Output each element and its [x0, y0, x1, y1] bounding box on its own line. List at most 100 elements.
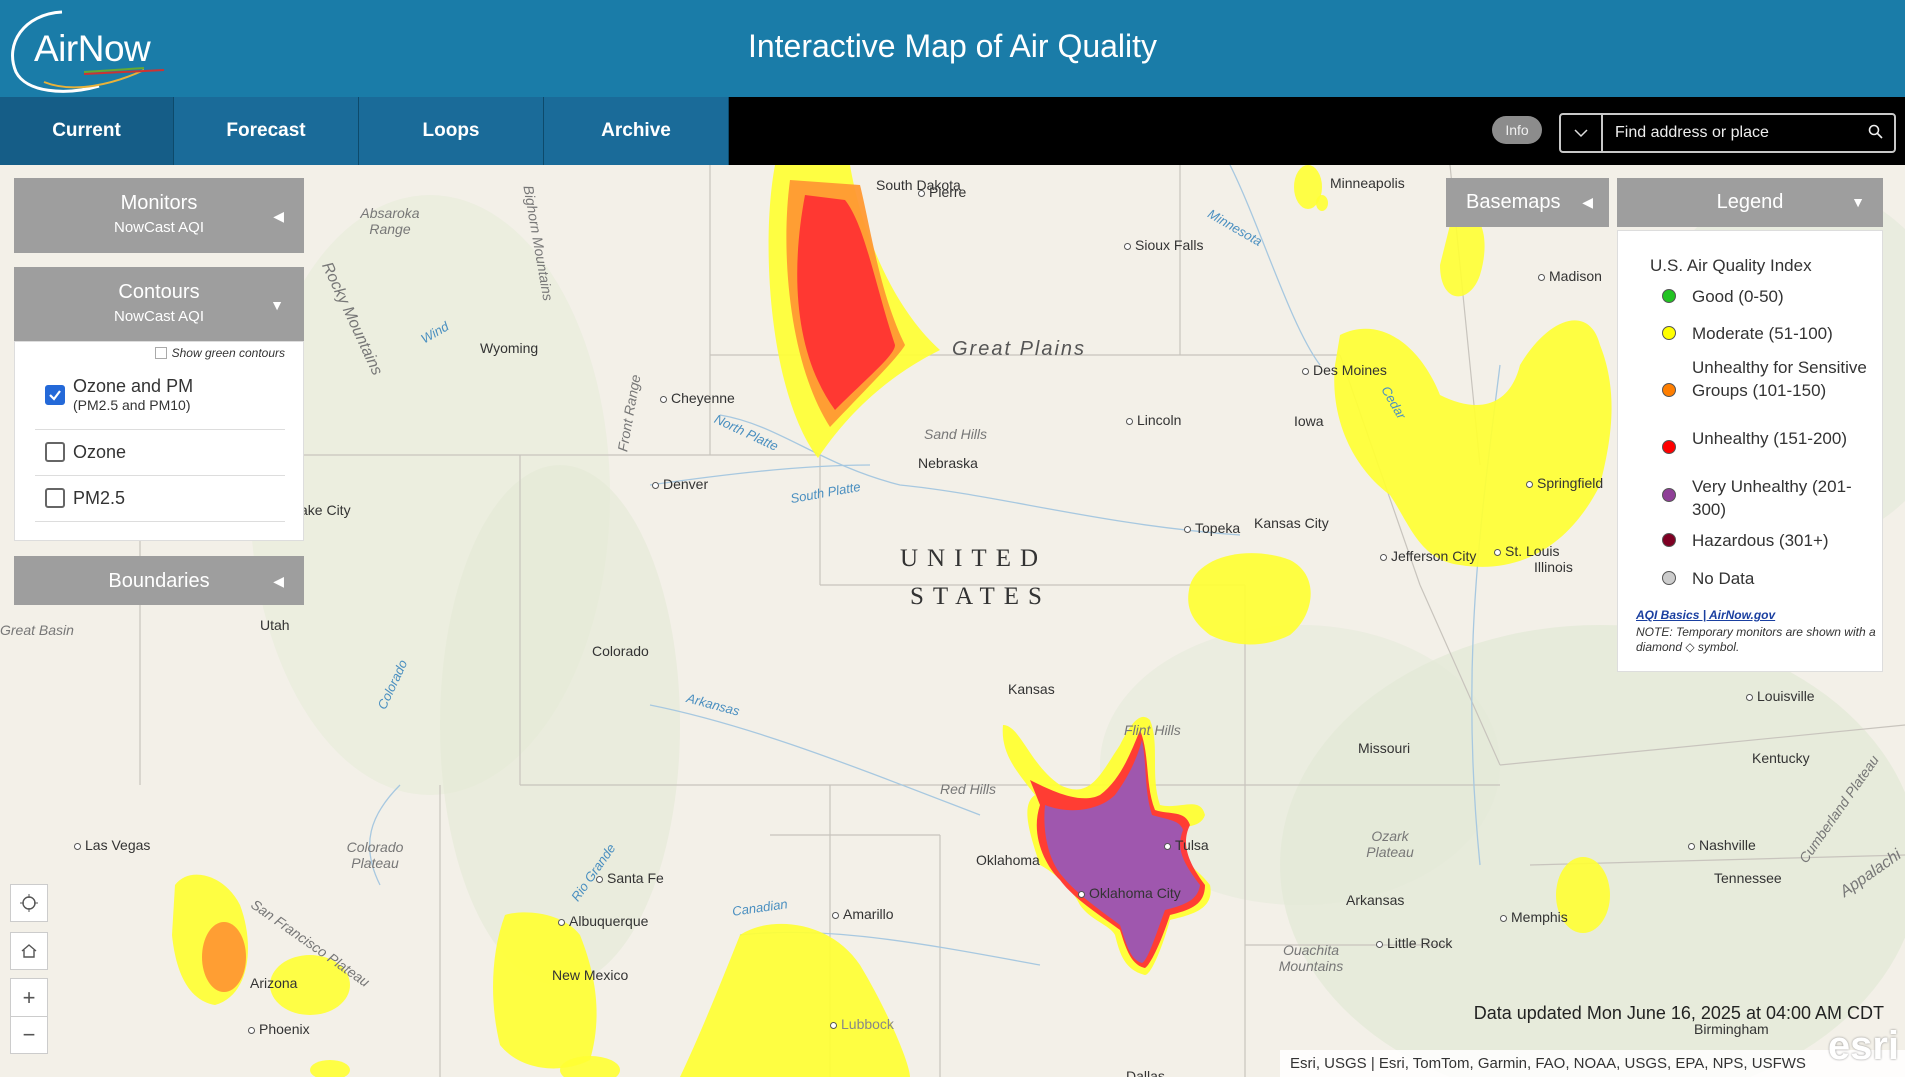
contours-panel-toggle[interactable]: Contours NowCast AQI ▼ [14, 267, 304, 342]
map-label-region: Ozark Plateau [1366, 828, 1414, 860]
map-attribution: Esri, USGS | Esri, TomTom, Garmin, FAO, … [1280, 1050, 1905, 1077]
legend-panel: U.S. Air Quality Index Good (0-50) Moder… [1617, 230, 1883, 672]
country-label: UNITED [900, 545, 1048, 572]
zoom-out-button[interactable]: − [10, 1016, 48, 1054]
map-label-region: Arkansas [1346, 892, 1405, 908]
basemaps-panel-toggle[interactable]: Basemaps ◀ [1446, 178, 1609, 227]
map-label-city: Des Moines [1302, 362, 1387, 378]
caret-down-icon: ▼ [1851, 194, 1865, 210]
map-label-region: Wyoming [480, 340, 539, 356]
aqi-basics-link[interactable]: AQI Basics | AirNow.gov [1636, 608, 1775, 622]
map-label-region: Great Basin [0, 622, 74, 638]
chevron-down-icon [1574, 129, 1588, 138]
zoom-in-button[interactable]: + [10, 978, 48, 1016]
caret-left-icon: ◀ [273, 573, 284, 589]
ozone-checkbox[interactable] [45, 442, 65, 462]
map-label-city: Nashville [1688, 837, 1756, 853]
map-label-city: Jefferson City [1380, 548, 1476, 564]
header: AirNow Interactive Map of Air Quality [0, 0, 1905, 97]
map-label-city: Lubbock [830, 1016, 894, 1032]
legend-title: Legend [1716, 191, 1784, 213]
page-title: Interactive Map of Air Quality [747, 28, 1158, 64]
ozone-pm-sublabel: (PM2.5 and PM10) [73, 397, 191, 413]
map-label-city: Topeka [1184, 520, 1240, 536]
tab-current[interactable]: Current [0, 97, 174, 165]
map-label-region: Kansas [1008, 681, 1055, 697]
contours-title: Contours [118, 281, 200, 303]
show-green-contours-toggle[interactable]: Show green contours [154, 346, 285, 360]
legend-panel-toggle[interactable]: Legend ▼ [1617, 178, 1883, 227]
map-label-region: Flint Hills [1124, 722, 1181, 738]
no-data-color-dot [1662, 571, 1676, 585]
contours-subtitle: NowCast AQI [113, 308, 205, 325]
map-label-region: Oklahoma [976, 852, 1040, 868]
caret-left-icon: ◀ [1582, 194, 1593, 210]
home-button[interactable] [10, 932, 48, 970]
legend-item-good: Good (0-50) [1662, 285, 1784, 308]
monitors-title: Monitors [120, 192, 198, 214]
map-label-city: Phoenix [248, 1021, 310, 1037]
contour-option-ozone[interactable]: Ozone [35, 430, 285, 476]
contours-panel: Show green contours Ozone and PM (PM2.5 … [14, 341, 304, 541]
legend-item-very-unhealthy: Very Unhealthy (201-300) [1662, 475, 1872, 521]
map-label-city: ake City [300, 502, 351, 518]
show-green-checkbox[interactable] [154, 347, 167, 359]
data-updated-text: Data updated Mon June 16, 2025 at 04:00 … [1473, 1003, 1884, 1023]
legend-item-no-data: No Data [1662, 567, 1754, 590]
legend-note: NOTE: Temporary monitors are shown with … [1636, 625, 1876, 654]
map-label-region: Colorado [592, 643, 649, 659]
map-label-city: Albuquerque [558, 913, 648, 929]
minus-icon: − [22, 1022, 36, 1047]
crosshair-icon [20, 894, 38, 912]
search-source-dropdown[interactable] [1561, 115, 1603, 151]
search-box: Find address or place [1559, 113, 1896, 153]
contour-option-pm25[interactable]: PM2.5 [35, 476, 285, 522]
map-label-city: Dallas [1126, 1068, 1165, 1077]
map-label-city: Minneapolis [1330, 175, 1405, 191]
map-label-city: Las Vegas [74, 837, 150, 853]
search-icon[interactable] [1868, 124, 1884, 140]
map-label-region: Red Hills [940, 781, 997, 797]
map-label-city: Madison [1538, 268, 1602, 284]
locate-button[interactable] [10, 884, 48, 922]
country-label: STATES [910, 583, 1051, 610]
info-button[interactable]: Info [1492, 116, 1542, 144]
map-label-region: New Mexico [552, 967, 629, 983]
tab-loops[interactable]: Loops [359, 97, 544, 165]
map-label-city: Tulsa [1164, 837, 1209, 853]
map-label-region: Arizona [250, 975, 298, 991]
legend-item-hazardous: Hazardous (301+) [1662, 529, 1829, 552]
map-label-city: Memphis [1500, 909, 1568, 925]
plus-icon: + [22, 984, 36, 1010]
usg-color-dot [1662, 383, 1676, 397]
legend-item-usg: Unhealthy for Sensitive Groups (101-150) [1662, 356, 1872, 402]
nav-bar: Current Forecast Loops Archive Info Find… [0, 97, 1905, 165]
tab-forecast[interactable]: Forecast [174, 97, 359, 165]
legend-item-moderate: Moderate (51-100) [1662, 322, 1833, 345]
map-label-region: Nebraska [918, 455, 978, 471]
monitors-panel-toggle[interactable]: Monitors NowCast AQI ◀ [14, 178, 304, 253]
show-green-label: Show green contours [171, 346, 285, 360]
map-label-region: Absaroka Range [360, 205, 420, 237]
contour-option-ozone-pm[interactable]: Ozone and PM (PM2.5 and PM10) [35, 364, 285, 430]
map-label-city: Louisville [1746, 688, 1815, 704]
map-label-region: Kentucky [1752, 750, 1810, 766]
ozone-pm-checkbox[interactable] [45, 385, 65, 405]
map-label-region: Ouachita Mountains [1278, 942, 1344, 974]
tab-archive[interactable]: Archive [544, 97, 729, 165]
map-label-city: Pierre [918, 184, 966, 200]
map-label-city: Oklahoma City [1078, 885, 1181, 901]
very-unhealthy-color-dot [1662, 488, 1676, 502]
esri-logo[interactable]: esri [1828, 1024, 1899, 1069]
moderate-color-dot [1662, 326, 1676, 340]
unhealthy-color-dot [1662, 440, 1676, 454]
map-label-region: Colorado Plateau [346, 839, 404, 871]
map-label-city: Amarillo [832, 906, 894, 922]
caret-down-icon: ▼ [270, 297, 284, 313]
map-label-region: Illinois [1534, 559, 1573, 575]
boundaries-title: Boundaries [108, 570, 210, 592]
home-icon [21, 944, 37, 958]
search-input[interactable]: Find address or place [1615, 124, 1769, 142]
pm25-checkbox[interactable] [45, 488, 65, 508]
boundaries-panel-toggle[interactable]: Boundaries ◀ [14, 556, 304, 605]
